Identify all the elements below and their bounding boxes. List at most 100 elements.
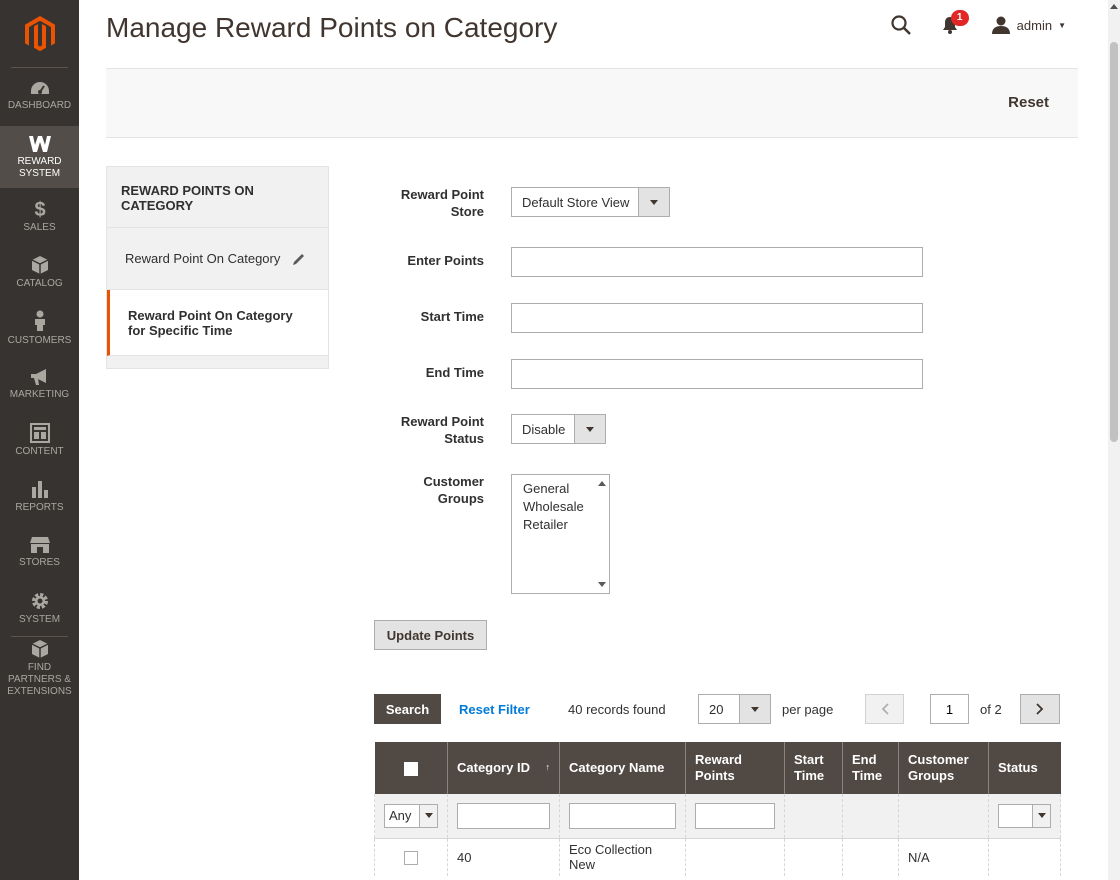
column-header-category-name[interactable]: Category Name	[559, 742, 686, 794]
row-checkbox[interactable]	[404, 851, 418, 866]
table-row[interactable]: 40 Eco Collection New N/A	[374, 838, 1061, 876]
cell-customer-groups: N/A	[898, 838, 989, 876]
groups-option-retailer[interactable]: Retailer	[512, 516, 609, 534]
notifications-button[interactable]: 1	[941, 10, 969, 38]
nav-customers-label: Customers	[7, 334, 72, 346]
nav-reward-system[interactable]: Reward System	[0, 126, 79, 188]
filter-category-name[interactable]	[569, 802, 676, 829]
nav-dashboard-label: Dashboard	[7, 100, 72, 111]
chevron-down-icon	[638, 188, 669, 216]
category-points-grid: Category ID ↑ Category Name Reward Points…	[374, 742, 1061, 876]
global-search-button[interactable]	[891, 12, 911, 38]
notification-badge: 1	[950, 10, 969, 26]
nav-customers[interactable]: Customers	[0, 300, 79, 356]
nav-content[interactable]: Content	[0, 412, 79, 468]
update-points-button[interactable]: Update Points	[374, 620, 487, 650]
select-all-header[interactable]	[374, 742, 448, 794]
reset-filter-link[interactable]: Reset Filter	[459, 702, 530, 717]
nav-system-label: System	[18, 613, 61, 625]
chevron-down-icon	[739, 695, 770, 723]
field-row-groups: Customer Groups	[374, 473, 484, 507]
groups-option-wholesale[interactable]: Wholesale	[512, 498, 609, 516]
status-select[interactable]: Disable	[511, 414, 606, 444]
store-select[interactable]: Default Store View	[511, 187, 670, 217]
store-label: Reward Point Store	[400, 187, 484, 219]
status-select-value: Disable	[522, 421, 566, 437]
header-actions: 1 admin ▼	[891, 10, 1066, 38]
tab-label: Reward Point On Category for Specific Ti…	[128, 307, 293, 338]
previous-page-button[interactable]	[865, 694, 904, 724]
filter-status[interactable]	[998, 803, 1051, 828]
nav-catalog[interactable]: Catalog	[0, 244, 79, 300]
filter-category-id[interactable]	[457, 802, 550, 829]
column-header-end-time[interactable]: End Time	[842, 742, 899, 794]
column-header-status[interactable]: Status	[988, 742, 1061, 794]
nav-content-label: Content	[15, 445, 64, 457]
column-header-start-time[interactable]: Start Time	[784, 742, 843, 794]
magento-logo[interactable]	[11, 0, 68, 68]
scrollbar-thumb[interactable]	[1110, 42, 1118, 442]
cell-start-time	[784, 838, 843, 876]
extensions-icon	[31, 639, 48, 658]
next-page-button[interactable]	[1020, 694, 1060, 724]
per-page-select[interactable]: 20	[698, 694, 771, 724]
nav-dashboard[interactable]: Dashboard	[0, 81, 79, 123]
nav-sales[interactable]: $ Sales	[0, 188, 79, 244]
reset-button[interactable]: Reset	[1008, 94, 1049, 111]
filter-reward-points[interactable]	[695, 802, 775, 829]
page-total: of 2	[980, 702, 1002, 717]
store-select-value: Default Store View	[522, 194, 630, 210]
scroll-up-icon[interactable]	[1110, 4, 1118, 9]
per-page-value: 20	[709, 701, 724, 717]
page-number-input[interactable]	[930, 694, 969, 724]
pencil-icon	[293, 254, 304, 265]
tab-reward-point-specific-time[interactable]: Reward Point On Category for Specific Ti…	[107, 290, 328, 356]
customer-groups-multiselect[interactable]: General Wholesale Retailer	[511, 474, 610, 594]
points-input[interactable]	[511, 247, 923, 277]
status-label: Reward Point Status	[400, 414, 484, 446]
column-header-category-id[interactable]: Category ID ↑	[447, 742, 560, 794]
column-header-customer-groups[interactable]: Customer Groups	[898, 742, 989, 794]
chevron-down-icon	[419, 804, 437, 827]
chevron-down-icon	[574, 415, 605, 443]
nav-reports-label: Reports	[15, 501, 64, 513]
box-icon	[31, 255, 48, 274]
nav-marketing[interactable]: Marketing	[0, 356, 79, 412]
start-time-input[interactable]	[511, 303, 923, 333]
nav-system[interactable]: System	[0, 580, 79, 636]
user-menu[interactable]: admin ▼	[991, 12, 1066, 38]
tab-reward-point-on-category[interactable]: Reward Point On Category	[107, 228, 328, 290]
search-icon	[891, 15, 911, 35]
cell-category-id: 40	[447, 838, 560, 876]
page-title: Manage Reward Points on Category	[106, 12, 558, 43]
field-row-end: End Time	[374, 364, 484, 381]
side-tabs: REWARD POINTS ON CATEGORY Reward Point O…	[106, 166, 329, 369]
cell-end-time	[842, 838, 899, 876]
mass-select-filter[interactable]: Any	[384, 803, 438, 828]
page-actions-bar: Reset	[106, 68, 1078, 138]
scroll-down-icon[interactable]	[598, 582, 606, 587]
groups-option-general[interactable]: General	[512, 480, 609, 498]
gear-icon	[31, 592, 48, 609]
end-time-input[interactable]	[511, 359, 923, 389]
select-all-checkbox[interactable]	[403, 761, 418, 776]
page-scrollbar[interactable]	[1108, 0, 1120, 880]
dashboard-icon	[30, 82, 49, 94]
start-time-label: Start Time	[420, 309, 484, 324]
grid-filter-row: Any	[374, 794, 1061, 839]
points-label: Enter Points	[407, 253, 484, 268]
layout-icon	[29, 422, 50, 443]
nav-stores[interactable]: Stores	[0, 524, 79, 580]
chevron-left-icon	[881, 703, 889, 715]
nav-reward-system-label: Reward System	[17, 155, 62, 179]
nav-reports[interactable]: Reports	[0, 468, 79, 524]
column-header-reward-points[interactable]: Reward Points	[685, 742, 785, 794]
scroll-up-icon[interactable]	[598, 481, 606, 486]
cell-category-name: Eco Collection New	[559, 838, 686, 876]
field-row-status: Reward Point Status	[374, 413, 484, 447]
chevron-right-icon	[1036, 703, 1044, 715]
megaphone-icon	[30, 368, 46, 385]
nav-find-partners[interactable]: Find Partners & Extensions	[0, 637, 79, 699]
grid-search-button[interactable]: Search	[374, 694, 441, 724]
nav-marketing-label: Marketing	[9, 388, 70, 400]
